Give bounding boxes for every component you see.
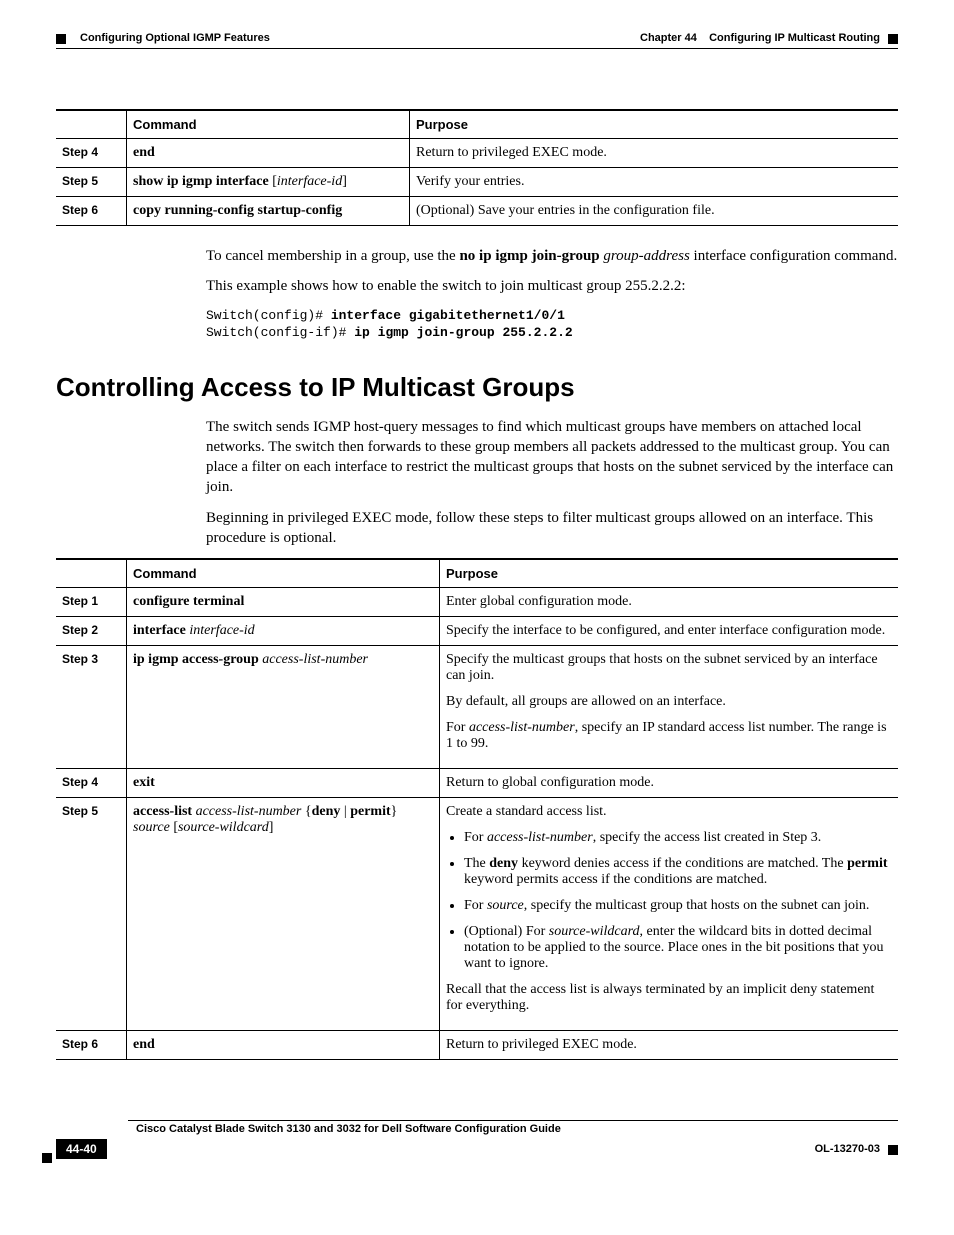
command-cell: configure terminal xyxy=(127,588,440,617)
running-head: Configuring Optional IGMP Features Chapt… xyxy=(56,32,898,44)
text: Recall that the access list is always te… xyxy=(446,982,892,1014)
code-prompt: Switch(config)# xyxy=(206,308,331,323)
purpose-cell: Specify the interface to be configured, … xyxy=(440,617,899,646)
para-intro-2: Beginning in privileged EXEC mode, follo… xyxy=(206,508,898,549)
step-label: Step 6 xyxy=(56,197,127,226)
command-cell: exit xyxy=(127,769,440,798)
col-header-purpose: Purpose xyxy=(440,559,899,588)
text: Specify the multicast groups that hosts … xyxy=(446,652,892,684)
command-cell: interface interface-id xyxy=(127,617,440,646)
purpose-cell: (Optional) Save your entries in the conf… xyxy=(410,197,899,226)
command-cell: end xyxy=(127,1031,440,1060)
section-heading: Controlling Access to IP Multicast Group… xyxy=(56,372,898,403)
code-cmd: ip igmp join-group 255.2.2.2 xyxy=(354,325,572,340)
step-label: Step 6 xyxy=(56,1031,127,1060)
purpose-cell: Enter global configuration mode. xyxy=(440,588,899,617)
chapter-title: Configuring IP Multicast Routing xyxy=(709,32,880,44)
doc-id: OL-13270-03 xyxy=(815,1143,898,1155)
step-label: Step 3 xyxy=(56,646,127,769)
purpose-cell: Return to global configuration mode. xyxy=(440,769,899,798)
text: By default, all groups are allowed on an… xyxy=(446,694,892,710)
running-head-chapter: Chapter 44 Configuring IP Multicast Rout… xyxy=(640,32,898,44)
page-footer: Cisco Catalyst Blade Switch 3130 and 303… xyxy=(56,1120,898,1159)
steps-table-2: Command Purpose Step 1 configure termina… xyxy=(56,558,898,1060)
step-label: Step 2 xyxy=(56,617,127,646)
col-header-command: Command xyxy=(127,559,440,588)
step-label: Step 4 xyxy=(56,139,127,168)
table-row: Step 2 interface interface-id Specify th… xyxy=(56,617,898,646)
table-row: Step 5show ip igmp interface [interface-… xyxy=(56,168,898,197)
step-label: Step 5 xyxy=(56,168,127,197)
table-row: Step 6copy running-config startup-config… xyxy=(56,197,898,226)
col-header-command: Command xyxy=(127,110,410,139)
col-header-purpose: Purpose xyxy=(410,110,899,139)
purpose-cell: Return to privileged EXEC mode. xyxy=(410,139,899,168)
text: To cancel membership in a group, use the xyxy=(206,248,459,264)
step-label: Step 1 xyxy=(56,588,127,617)
step-label: Step 4 xyxy=(56,769,127,798)
text: Create a standard access list. xyxy=(446,804,892,820)
code-example: Switch(config)# interface gigabitetherne… xyxy=(206,307,898,342)
table-row: Step 5 access-list access-list-number {d… xyxy=(56,798,898,1031)
command-cell: copy running-config startup-config xyxy=(127,197,410,226)
para-example-intro: This example shows how to enable the swi… xyxy=(206,276,898,296)
purpose-cell: Specify the multicast groups that hosts … xyxy=(440,646,899,769)
text: interface configuration command. xyxy=(690,248,897,264)
table-row: Step 4 exit Return to global configurati… xyxy=(56,769,898,798)
list-item: The deny keyword denies access if the co… xyxy=(464,856,892,888)
para-cancel-membership: To cancel membership in a group, use the… xyxy=(206,246,898,266)
running-head-section: Configuring Optional IGMP Features xyxy=(56,32,270,44)
purpose-cell: Create a standard access list. For acces… xyxy=(440,798,899,1031)
purpose-cell: Verify your entries. xyxy=(410,168,899,197)
command-cell: end xyxy=(127,139,410,168)
list-item: (Optional) For source-wildcard, enter th… xyxy=(464,924,892,972)
table-row: Step 6 end Return to privileged EXEC mod… xyxy=(56,1031,898,1060)
para-intro-1: The switch sends IGMP host-query message… xyxy=(206,417,898,498)
steps-table-1: Command Purpose Step 4endReturn to privi… xyxy=(56,109,898,226)
header-rule xyxy=(56,48,898,49)
footer-book-title: Cisco Catalyst Blade Switch 3130 and 303… xyxy=(136,1121,898,1135)
command-cell: show ip igmp interface [interface-id] xyxy=(127,168,410,197)
table1-body: Step 4endReturn to privileged EXEC mode.… xyxy=(56,139,898,226)
cmd-bold: no ip igmp join-group xyxy=(459,248,599,264)
text: For access-list-number, specify an IP st… xyxy=(446,720,892,752)
table-row: Step 4endReturn to privileged EXEC mode. xyxy=(56,139,898,168)
table-row: Step 1 configure terminal Enter global c… xyxy=(56,588,898,617)
list-item: For source, specify the multicast group … xyxy=(464,898,892,914)
step-label: Step 5 xyxy=(56,798,127,1031)
cmd-italic: group-address xyxy=(603,248,689,264)
command-cell: ip igmp access-group access-list-number xyxy=(127,646,440,769)
page-number: 44-40 xyxy=(56,1139,107,1159)
code-cmd: interface gigabitethernet1/0/1 xyxy=(331,308,565,323)
command-cell: access-list access-list-number {deny | p… xyxy=(127,798,440,1031)
chapter-label: Chapter 44 xyxy=(640,32,697,44)
table-row: Step 3 ip igmp access-group access-list-… xyxy=(56,646,898,769)
purpose-cell: Return to privileged EXEC mode. xyxy=(440,1031,899,1060)
list-item: For access-list-number, specify the acce… xyxy=(464,830,892,846)
code-prompt: Switch(config-if)# xyxy=(206,325,354,340)
document-page: Configuring Optional IGMP Features Chapt… xyxy=(0,0,954,1191)
bullet-list: For access-list-number, specify the acce… xyxy=(464,830,892,972)
